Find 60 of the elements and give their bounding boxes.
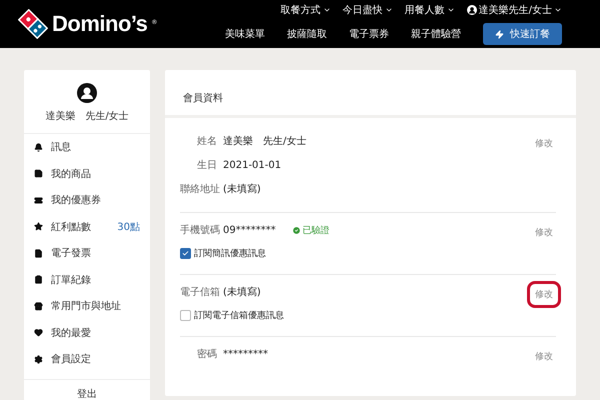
checkbox-label: 訂閱簡訊優惠訊息 [194,248,266,260]
edit-link[interactable]: 修改 [527,343,561,370]
domino-logo-icon [18,9,48,39]
edit-link[interactable]: 修改 [527,219,561,246]
field-value: 09******** [223,224,276,236]
checkbox[interactable] [180,248,191,259]
sidebar-item[interactable]: 電子發票 [24,240,150,266]
lightning-icon [495,30,504,38]
field-label: 生日 [196,158,217,172]
user-name: 達美樂 先生/女士 [45,110,129,123]
brand-name: Domino’s [52,11,148,37]
field-label: 姓名 [196,135,217,148]
chevron-down-icon [554,6,562,14]
checkbox-label: 訂閱電子信箱優惠訊息 [194,310,284,322]
avatar-icon [77,83,97,103]
chevron-down-icon [446,6,455,14]
sidebar-item[interactable]: 我的優惠券 [24,187,150,214]
heart-icon [34,328,43,338]
nav-link[interactable]: 美味菜單 [225,27,265,41]
field-value: 2021-01-01 [223,160,282,170]
chevron-down-icon [322,6,331,14]
checkbox[interactable] [180,310,191,321]
field-label: 電子信箱 [180,286,217,299]
field-value: 達美樂 先生/女士 [223,134,306,148]
chevron-down-icon [384,6,393,14]
store-icon [34,302,43,311]
user-menu[interactable]: 達美樂先生/女士 [466,3,562,17]
logout-link[interactable]: 登出 [77,386,97,400]
settings-icon [34,354,43,364]
sidebar-item[interactable]: 我的商品 [24,160,150,187]
top-menu-item[interactable]: 取餐方式 [280,3,331,17]
nav-link[interactable]: 電子票券 [349,27,389,41]
bell-icon [34,142,43,152]
quick-order-button[interactable]: 快速訂餐 [483,23,562,45]
edit-link[interactable]: 修改 [527,281,561,308]
nav-link[interactable]: 披薩隨取 [287,27,327,41]
sidebar-item[interactable]: 訊息 [24,134,150,160]
card-title: 會員資料 [183,93,223,104]
field-value: (未填寫) [223,286,261,299]
top-menu-item[interactable]: 今日盡快 [342,3,393,17]
verified-badge: 已驗證 [292,224,330,236]
clipboard-icon [34,275,43,284]
sidebar-item[interactable]: 常用門市與地址 [24,293,150,320]
avatar-icon [466,5,477,15]
field-label: 密碼 [196,348,217,361]
field-label: 手機號碼 [180,224,217,237]
document-icon [34,248,43,258]
save-icon [34,169,43,178]
ticket-icon [34,196,43,205]
edit-link[interactable]: 修改 [527,130,561,157]
nav-link[interactable]: 親子體驗營 [411,27,461,41]
sidebar-item[interactable]: 我的最愛 [24,320,150,346]
check-icon [182,250,189,257]
field-value: (未填寫) [223,182,261,196]
top-menu-item[interactable]: 用餐人數 [404,3,455,17]
sidebar-item[interactable]: 訂單紀錄 [24,266,150,293]
star-icon [34,222,43,232]
field-value: ********* [223,348,268,360]
sidebar-item[interactable]: 紅利點數 30點 [24,214,150,240]
sidebar-item[interactable]: 會員設定 [24,346,150,372]
